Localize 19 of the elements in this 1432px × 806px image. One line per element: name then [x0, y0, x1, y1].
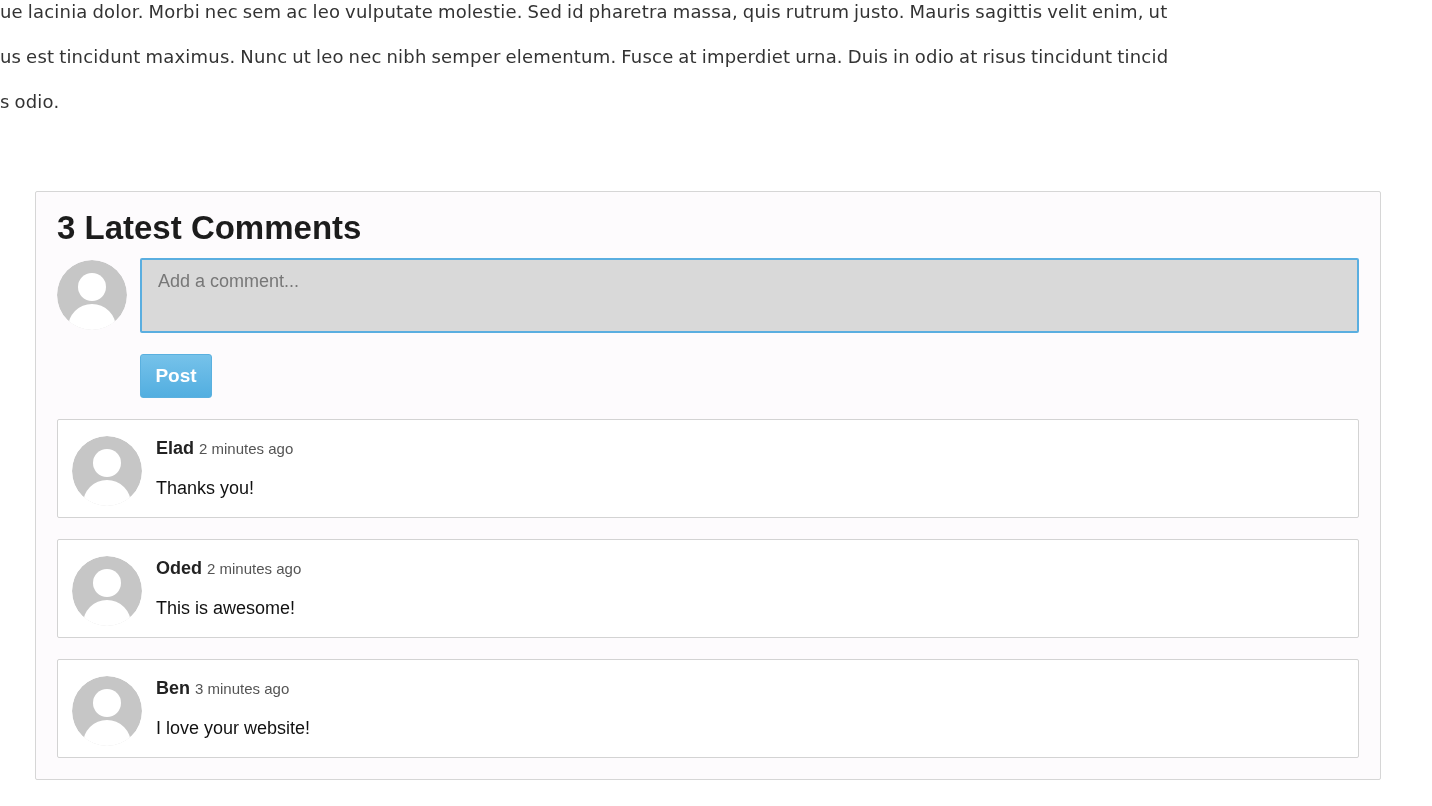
panel-title: 3 Latest Comments: [57, 208, 363, 248]
comment-time: 2 minutes ago: [199, 440, 294, 457]
paragraph-line: s odio.: [0, 91, 61, 114]
avatar-icon: [72, 436, 142, 506]
comment-field[interactable]: Add a comment...: [140, 258, 1359, 333]
post-button[interactable]: Post: [140, 354, 212, 398]
avatar-icon: [72, 556, 142, 626]
avatar-icon: [57, 260, 127, 330]
comment-author: Elad: [156, 438, 194, 459]
comment-time: 3 minutes ago: [195, 680, 290, 697]
comment-text: I love your website!: [156, 718, 311, 739]
comment-time: 2 minutes ago: [207, 560, 302, 577]
paragraph-line: us est tincidunt maximus. Nunc ut leo nec nibh semper elementum. Fusce at imperdiet urna. Duis in odio at risus tincidunt tincid: [0, 46, 1170, 69]
comment-author: Ben: [156, 678, 190, 699]
comment-text: Thanks you!: [156, 478, 256, 499]
paragraph-line: ue lacinia dolor. Morbi nec sem ac leo vulputate molestie. Sed id pharetra massa, quis rutrum justo. Mauris sagittis velit enim, ut: [0, 1, 1169, 24]
avatar-icon: [72, 676, 142, 746]
comment-author: Oded: [156, 558, 202, 579]
comment-text: This is awesome!: [156, 598, 297, 619]
